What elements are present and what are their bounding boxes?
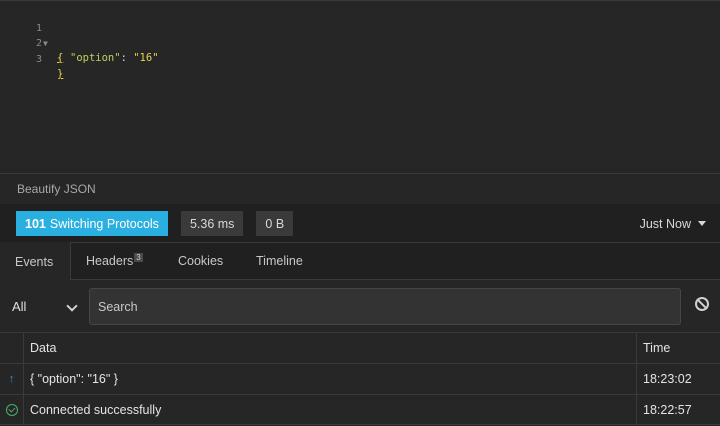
json-key: "option": [70, 52, 121, 64]
code-line-3[interactable]: 3 }: [0, 37, 63, 80]
json-editor[interactable]: 1 ▼ { 2 "option": "16" 3 }: [0, 0, 720, 173]
row-time: 18:23:02: [643, 372, 692, 386]
history-dropdown[interactable]: Just Now: [640, 205, 706, 242]
table-row[interactable]: Connected successfully 18:22:57: [0, 395, 720, 425]
column-header-time[interactable]: Time: [637, 333, 720, 363]
event-type-select[interactable]: All: [12, 280, 82, 333]
row-icon-cell: [0, 395, 24, 424]
response-status-bar: 101 Switching Protocols 5.36 ms 0 B Just…: [0, 205, 720, 242]
row-icon-cell: ↑: [0, 364, 24, 394]
row-data: { "option": "16" }: [24, 364, 637, 394]
response-size: 0 B: [256, 211, 294, 236]
tab-label: Cookies: [178, 254, 224, 268]
column-header-data[interactable]: Data: [24, 333, 637, 363]
history-label: Just Now: [639, 216, 691, 231]
status-code: 101: [25, 216, 46, 231]
json-value: "16": [133, 52, 159, 64]
tab-headers[interactable]: Headers 3: [86, 242, 143, 280]
beautify-label: Beautify JSON: [17, 182, 96, 196]
chevron-down-icon: [66, 300, 78, 312]
divider: [0, 0, 720, 1]
row-data: Connected successfully: [24, 395, 637, 424]
events-table: Data Time ↑ { "option": "16" } 18:23:02 …: [0, 333, 720, 426]
table-row[interactable]: ↑ { "option": "16" } 18:23:02: [0, 364, 720, 395]
tab-events[interactable]: Events: [0, 242, 71, 281]
headers-count-badge: 3: [134, 252, 143, 262]
tab-label: Events: [15, 254, 54, 269]
response-time: 5.36 ms: [180, 211, 244, 236]
open-brace: {: [57, 52, 64, 64]
fold-arrow-icon[interactable]: ▼: [43, 36, 48, 51]
header-icon-cell: [0, 333, 24, 363]
status-badge: 101 Switching Protocols: [16, 211, 168, 236]
code-line-1[interactable]: 1 ▼ {: [0, 6, 63, 64]
line-number: 2: [35, 38, 42, 49]
row-time: 18:22:57: [643, 402, 692, 417]
tab-cookies[interactable]: Cookies: [178, 242, 223, 280]
close-brace: }: [57, 68, 64, 80]
check-circle-icon: [5, 403, 18, 416]
select-value: All: [12, 299, 27, 314]
tab-label: Timeline: [256, 254, 303, 268]
json-colon: :: [120, 52, 134, 64]
caret-down-icon: [698, 221, 706, 226]
code-line-2[interactable]: 2 "option": "16": [0, 21, 159, 64]
tab-label: Headers: [86, 254, 134, 268]
arrow-up-icon: ↑: [8, 373, 15, 385]
line-number: 1: [35, 23, 42, 34]
tab-timeline[interactable]: Timeline: [256, 242, 303, 280]
search-input[interactable]: [89, 288, 681, 325]
beautify-json-button[interactable]: Beautify JSON: [0, 173, 720, 205]
response-tabs: Events Headers 3 Cookies Timeline: [0, 242, 720, 281]
events-filter-bar: All: [0, 280, 720, 333]
table-header: Data Time: [0, 333, 720, 364]
status-text: Switching Protocols: [49, 216, 159, 231]
line-number: 3: [35, 54, 42, 65]
clear-events-icon[interactable]: [695, 297, 709, 311]
